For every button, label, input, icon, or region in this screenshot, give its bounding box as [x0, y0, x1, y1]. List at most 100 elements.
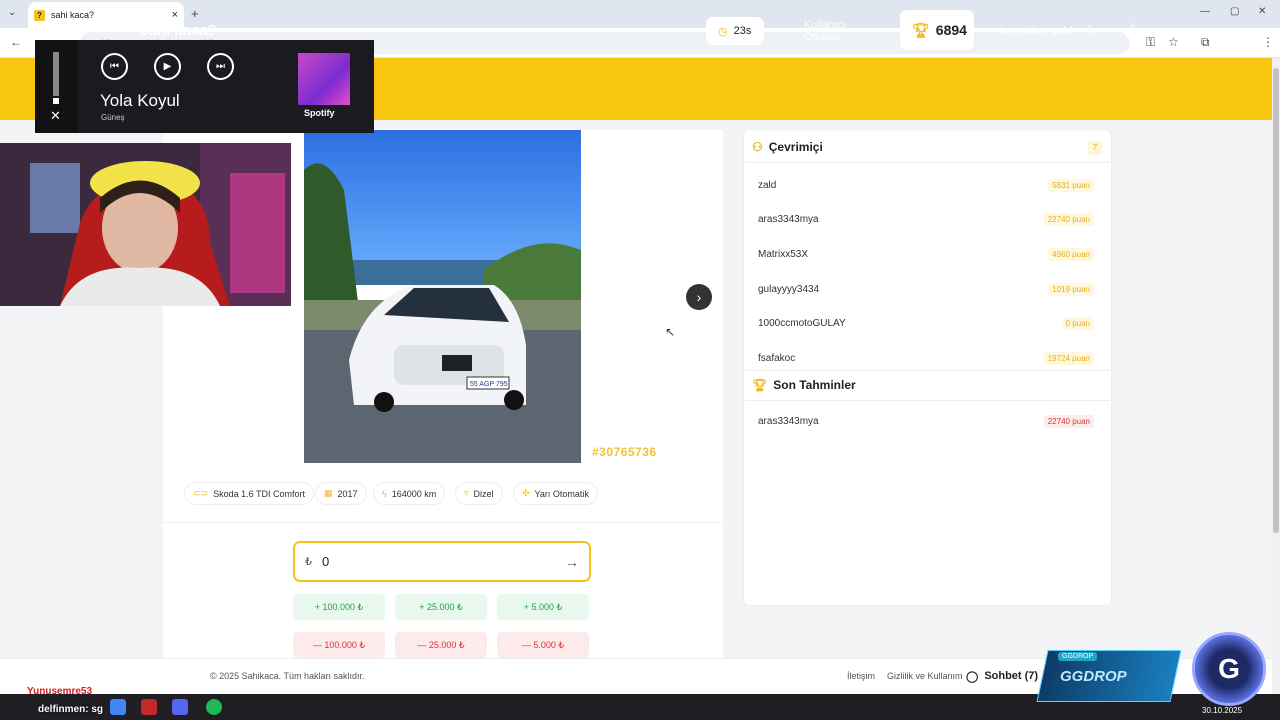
add-100000-button[interactable]: + 100.000 ₺ [293, 594, 385, 620]
online-user-row[interactable]: gulayyyy3434 1019 puan [758, 283, 1094, 296]
online-count-badge: 7 [1088, 141, 1102, 155]
recent-guess-row: aras3343mya 22740 puan [758, 415, 1094, 428]
extensions-icon[interactable]: ⧉ [1201, 35, 1210, 50]
menu-dots-icon[interactable]: ⋮ [1262, 35, 1274, 49]
online-user-row[interactable]: fsafakoc 19724 puan [758, 352, 1094, 365]
chip-transmission: ✣ Yarı Otomatik [514, 483, 597, 504]
timer-badge: ◷ 23s [706, 17, 764, 45]
copyright-text: © 2025 Sahikaca. Tüm hakları saklıdır. [210, 671, 365, 681]
album-art [298, 53, 350, 105]
tab-list-icon[interactable]: ⌄ [8, 7, 16, 18]
trophy-icon: 🏆︎ [912, 21, 930, 38]
online-user-row[interactable]: aras3343mya 22740 puan [758, 213, 1094, 226]
timer-value: 23s [733, 25, 752, 37]
previous-track-icon[interactable]: ⏮︎ [101, 53, 128, 80]
online-user-row[interactable]: zald 5831 puan [758, 179, 1094, 192]
new-tab-button[interactable]: + [191, 6, 199, 21]
divider [163, 522, 723, 523]
chat-button[interactable]: ◯ Sohbet (7) [966, 662, 1038, 690]
user-points: 4960 puan [1048, 248, 1094, 261]
sidebar-card [744, 130, 1111, 605]
scrollbar-thumb[interactable] [1273, 68, 1279, 533]
username: fsafakoc [758, 353, 796, 364]
price-value[interactable]: 0 [322, 554, 329, 569]
play-icon[interactable]: ▶ [154, 53, 181, 80]
user-rooms-label: Kullanıcı Odaları [803, 19, 847, 43]
site-logo[interactable]: sahi kaca? [140, 22, 217, 39]
welcome-prefix: Hoşgeldin, [994, 25, 1046, 37]
subtract-100000-button[interactable]: — 100.000 ₺ [293, 632, 385, 658]
divider [745, 400, 1110, 401]
welcome-username: zald [1051, 25, 1074, 37]
back-icon[interactable]: ← [10, 35, 22, 49]
chip-label: Yarı Otomatik [534, 488, 589, 499]
spotify-brand: Spotify [304, 108, 335, 118]
add-5000-button[interactable]: + 5.000 ₺ [497, 594, 589, 620]
dark-mode-icon[interactable]: ☾ [1086, 22, 1099, 39]
score-badge: 🏆︎ 6894 [900, 10, 974, 50]
trophy-icon: 🏆︎ [752, 378, 768, 392]
user-points: 19724 puan [1043, 352, 1094, 365]
username: aras3343mya [758, 214, 819, 225]
close-icon[interactable]: ✕ [50, 108, 61, 124]
contact-link[interactable]: İletişim [847, 671, 875, 681]
subtract-5000-button[interactable]: — 5.000 ₺ [497, 632, 589, 658]
recent-guesses-header: 🏆︎ Son Tahminler [752, 378, 856, 392]
volume-bar[interactable] [53, 52, 59, 96]
price-guess-input[interactable]: ₺ 0 → [293, 541, 591, 582]
username: gulayyyy3434 [758, 284, 820, 295]
chip-label: 2017 [337, 488, 358, 499]
subtract-25000-button[interactable]: — 25.000 ₺ [395, 632, 487, 658]
user-points: 5831 puan [1048, 179, 1094, 192]
online-user-row[interactable]: 1000ccmotoGULAY 0 puan [758, 317, 1094, 330]
maximize-button[interactable]: ▢ [1230, 6, 1239, 17]
chip-label: 164000 km [391, 488, 437, 499]
chip-label: Skoda 1.6 TDI Comfort [213, 488, 305, 499]
online-title: Çevrimiçi [768, 140, 823, 154]
site-favicon-icon: ? [34, 9, 45, 21]
webcam-overlay [0, 143, 291, 306]
stream-chat-message: delfinmen: sg [38, 704, 104, 715]
license-plate: 55 AGP 795 [470, 381, 508, 388]
username: 1000ccmotoGULAY [758, 318, 846, 329]
chip-mileage: ϟ 164000 km [374, 483, 445, 504]
track-title: Yola Koyul [100, 91, 180, 110]
taskbar-app-icon[interactable] [141, 699, 157, 715]
next-photo-button[interactable]: › [686, 284, 712, 310]
welcome-text: Hoşgeldin, zald [982, 17, 1076, 45]
key-icon[interactable]: ⚿ [1146, 35, 1155, 50]
users-icon: ⚇ [752, 140, 763, 154]
bell-icon[interactable]: 🔔︎ [1124, 22, 1142, 39]
scrollbar-track[interactable] [1272, 58, 1280, 694]
submit-arrow-icon[interactable]: → [565, 554, 579, 570]
user-points: 1019 puan [1048, 283, 1094, 296]
divider [745, 370, 1110, 371]
calendar-icon: ▦ [324, 488, 333, 498]
discord-icon[interactable] [172, 699, 188, 715]
spotify-icon[interactable] [206, 699, 222, 715]
online-user-row[interactable]: Matrixx53X 4960 puan [758, 248, 1094, 261]
chip-fuel: ▿ Dizel [456, 483, 502, 504]
volume-level [53, 98, 59, 104]
add-25000-button[interactable]: + 25.000 ₺ [395, 594, 487, 620]
privacy-link[interactable]: Gizlilik ve Kullanım [887, 671, 963, 681]
chat-bubble-icon: ◯ [966, 670, 979, 683]
username: zald [758, 180, 777, 191]
ggdrop-text: GGDROP [1060, 668, 1127, 685]
currency-symbol: ₺ [305, 556, 312, 568]
online-header: ⚇ Çevrimiçi [752, 140, 823, 154]
close-window-button[interactable]: ✕ [1258, 6, 1266, 17]
username: Matrixx53X [758, 249, 809, 260]
tab-close-icon[interactable]: × [172, 9, 178, 21]
bookmark-star-icon[interactable]: ☆ [1168, 35, 1179, 49]
car-photo: 55 AGP 795 [304, 130, 581, 463]
guess-points: 22740 puan [1043, 415, 1094, 428]
chip-model: ⊂⊃ Skoda 1.6 TDI Comfort [185, 483, 313, 504]
score-value: 6894 [935, 22, 967, 38]
chrome-icon[interactable] [110, 699, 126, 715]
gauge-icon: ϟ [382, 488, 387, 499]
minimize-button[interactable]: — [1200, 6, 1210, 17]
user-rooms-link[interactable]: ⚇ Kullanıcı Odaları [776, 17, 892, 45]
username: aras3343mya [758, 416, 819, 427]
next-track-icon[interactable]: ⏭︎ [207, 53, 234, 80]
